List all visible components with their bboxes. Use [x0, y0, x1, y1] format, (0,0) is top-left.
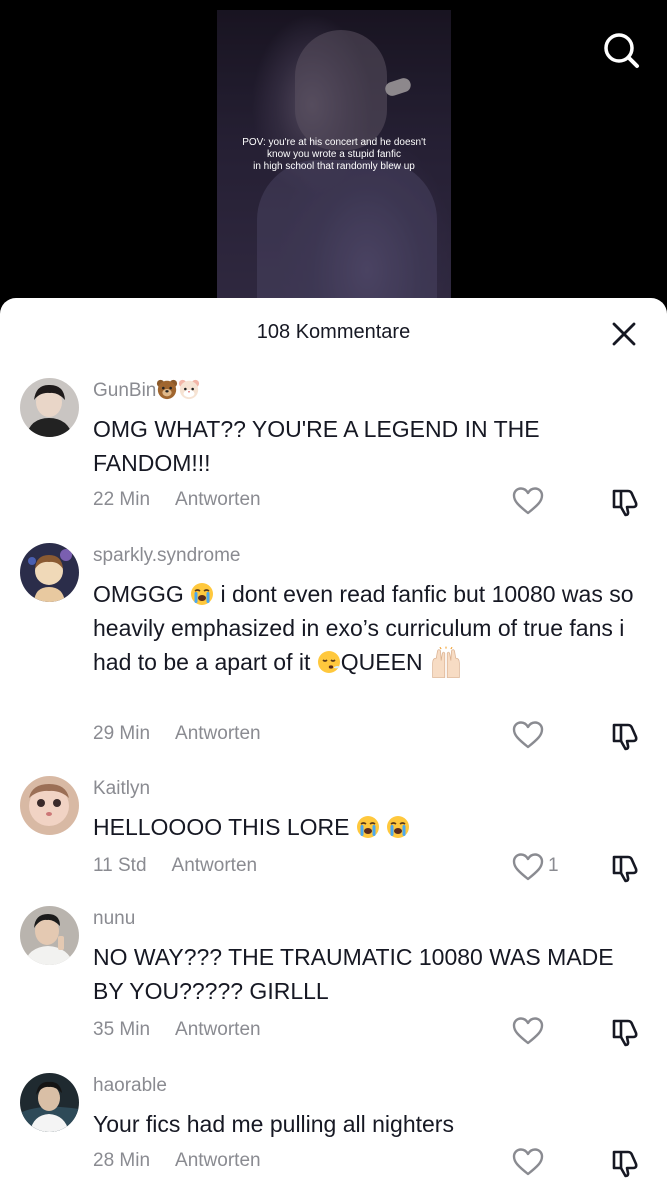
comment-meta: 35 Min Antworten: [93, 1016, 261, 1044]
avatar-image: [20, 378, 79, 437]
comment-text-part: OMGGG: [93, 581, 191, 607]
search-icon: [604, 33, 639, 68]
thumbs-down-icon: [612, 1150, 638, 1178]
dislike-button[interactable]: [610, 852, 642, 884]
dislike-button[interactable]: [610, 486, 642, 518]
avatar-image: [20, 1073, 79, 1132]
comment-username[interactable]: nunu: [93, 906, 135, 932]
like-button[interactable]: [512, 720, 544, 750]
avatar[interactable]: [20, 378, 79, 437]
bear-face-icon: [157, 379, 178, 400]
comment-text: OMG WHAT?? YOU'RE A LEGEND IN THE FANDOM…: [93, 416, 540, 476]
comment-username[interactable]: Kaitlyn: [93, 776, 150, 802]
comment-meta: 22 Min Antworten: [93, 486, 261, 514]
comment-time: 35 Min: [93, 1019, 151, 1040]
reply-button[interactable]: Antworten: [175, 723, 261, 744]
comment-meta: 29 Min Antworten: [93, 720, 261, 748]
comment-text-part: HELLOOOO THIS LORE: [93, 814, 356, 840]
loudly-crying-face-icon: [191, 583, 214, 605]
raising-hands-icon: [432, 646, 460, 678]
sighing-face-icon: [317, 651, 340, 673]
thumbs-down-icon: [612, 1019, 638, 1047]
comment-meta: 28 Min Antworten: [93, 1147, 261, 1175]
hamster-face-icon: [179, 379, 200, 400]
heart-icon: [512, 487, 544, 515]
username-text: GunBin: [93, 380, 157, 401]
thumbs-down-icon: [612, 489, 638, 517]
comment-time: 22 Min: [93, 489, 151, 510]
search-button[interactable]: [598, 28, 644, 74]
comment-text: OMGGG i dont even read fanfic but 10080 …: [93, 577, 638, 680]
loudly-crying-face-icon: [356, 816, 379, 838]
comment-text-part: QUEEN: [340, 649, 429, 675]
like-button[interactable]: [512, 852, 544, 882]
close-button[interactable]: [608, 318, 640, 350]
comment-username[interactable]: haorable: [93, 1073, 167, 1099]
heart-icon: [512, 1017, 544, 1045]
dislike-button[interactable]: [610, 720, 642, 752]
dislike-button[interactable]: [610, 1016, 642, 1048]
avatar[interactable]: [20, 1073, 79, 1132]
comment-username[interactable]: GunBin: [93, 378, 200, 404]
comment-text: NO WAY??? THE TRAUMATIC 10080 WAS MADE B…: [93, 944, 614, 1004]
comment-meta: 11 Std Antworten: [93, 852, 257, 880]
comments-header: 108 Kommentare: [0, 298, 667, 368]
comments-sheet: 108 Kommentare GunBin OMG WHAT?? YOU'RE …: [0, 298, 667, 1200]
comment-text: HELLOOOO THIS LORE: [93, 810, 638, 844]
like-button[interactable]: [512, 1016, 544, 1046]
reply-button[interactable]: Antworten: [175, 489, 261, 510]
avatar-image: [20, 906, 79, 965]
comment-time: 29 Min: [93, 723, 151, 744]
heart-icon: [512, 1148, 544, 1176]
thumbs-down-icon: [612, 855, 638, 883]
reply-button[interactable]: Antworten: [175, 1150, 261, 1171]
avatar-image: [20, 776, 79, 835]
avatar[interactable]: [20, 776, 79, 835]
avatar[interactable]: [20, 543, 79, 602]
like-button[interactable]: [512, 486, 544, 516]
comment-username[interactable]: sparkly.syndrome: [93, 543, 240, 569]
video-caption: POV: you're at his concert and he doesn'…: [242, 137, 426, 172]
dislike-button[interactable]: [610, 1147, 642, 1179]
like-count: 1: [548, 855, 559, 876]
comments-count-title: 108 Kommentare: [256, 321, 411, 343]
heart-icon: [512, 853, 544, 881]
comment-time: 11 Std: [93, 855, 147, 876]
loudly-crying-face-icon: [387, 816, 410, 838]
reply-button[interactable]: Antworten: [172, 855, 258, 876]
reply-button[interactable]: Antworten: [175, 1019, 261, 1040]
avatar-image: [20, 543, 79, 602]
comment-time: 28 Min: [93, 1150, 151, 1171]
like-button[interactable]: [512, 1147, 544, 1177]
close-icon: [612, 322, 636, 346]
comment-text: Your fics had me pulling all nighters: [93, 1111, 454, 1137]
heart-icon: [512, 721, 544, 749]
avatar[interactable]: [20, 906, 79, 965]
thumbs-down-icon: [612, 723, 638, 751]
